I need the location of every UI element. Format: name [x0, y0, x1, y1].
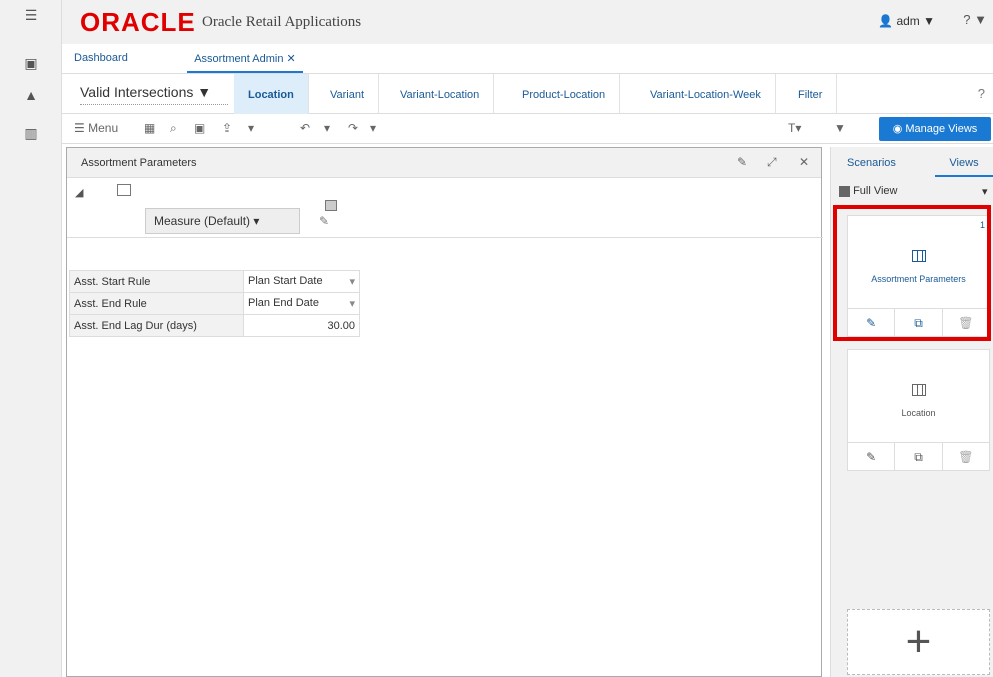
left-rail: ☰ ▣ ▲ ▥ [0, 0, 62, 677]
edit-icon[interactable]: ✎ [848, 443, 896, 470]
bar-chart-icon[interactable]: ▥ [22, 124, 40, 142]
assortment-parameters-panel: Assortment Parameters ✎ ⤢ ✕ ◢ Measure (D… [66, 147, 823, 677]
column-tile-icon[interactable] [325, 200, 337, 211]
close-icon[interactable]: ✕ [287, 53, 296, 65]
table-row: Asst. Start Rule Plan Start Date ▾ [69, 270, 360, 293]
search-icon[interactable]: ⌕ [170, 121, 177, 136]
close-icon[interactable]: ✕ [799, 155, 809, 169]
plus-icon: + [905, 617, 932, 666]
cell-value[interactable]: 30.00 [243, 314, 360, 337]
edit-icon[interactable]: ✎ [737, 155, 747, 169]
intersection-bar: Valid Intersections ▼ Location Variant V… [62, 74, 993, 114]
chevron-down-icon: ▾ [253, 214, 260, 228]
app-header: ORACLE Oracle Retail Applications 👤 adm … [62, 0, 993, 44]
manage-views-label: Manage Views [905, 123, 978, 135]
export-icon[interactable]: ⇪ [222, 121, 232, 135]
measure-dropdown[interactable]: Measure (Default) ▾ [145, 208, 300, 234]
chevron-down-icon[interactable]: ▾ [349, 275, 355, 288]
redo-icon[interactable]: ↷ [348, 121, 358, 135]
panel-title: Assortment Parameters [81, 157, 197, 169]
help-icon[interactable]: ? ▼ [963, 12, 987, 27]
selection-highlight [833, 205, 991, 341]
card-label: Location [901, 408, 936, 418]
tab-scenarios[interactable]: Scenarios [847, 157, 896, 169]
help-icon[interactable]: ? [978, 86, 985, 101]
filter-icon[interactable]: ▼ [834, 121, 846, 135]
valid-intersections-dropdown[interactable]: Valid Intersections ▼ [80, 84, 211, 100]
intersection-variant-location[interactable]: Variant-Location [386, 74, 495, 114]
view-card-location[interactable]: Location ✎ ⧉ 🗑 [847, 349, 990, 471]
calendar-icon[interactable]: ▣ [22, 54, 40, 72]
panel-header: Assortment Parameters ✎ ⤢ ✕ [67, 148, 821, 178]
edit-icon[interactable]: ✎ [319, 214, 329, 228]
expand-icon[interactable]: ⤢ [767, 155, 777, 170]
menu-icon[interactable]: ☰ [22, 6, 40, 24]
chevron-down-icon[interactable]: ▾ [248, 121, 254, 135]
intersection-variant[interactable]: Variant [316, 74, 380, 114]
row-label: Asst. End Rule [69, 292, 244, 315]
card-actions: ✎ ⧉ 🗑 [848, 442, 989, 470]
toolbar: ☰ Menu ▦ ⌕ ▣ ⇪ ▾ ↶ ▾ ↷ ▾ T▾ ▼ ◉ Manage V… [62, 114, 993, 144]
user-label: adm ▼ [896, 14, 935, 28]
chevron-down-icon[interactable]: ▾ [370, 121, 376, 135]
cell-text: Plan End Date [248, 297, 319, 309]
cell-value[interactable]: Plan Start Date ▾ [243, 270, 360, 293]
grid-icon[interactable]: ▦ [144, 121, 155, 135]
tab-dashboard[interactable]: Dashboard [74, 52, 128, 64]
intersection-filter[interactable]: Filter [784, 74, 838, 114]
row-tile-icon[interactable] [117, 184, 131, 196]
measure-label: Measure (Default) [154, 214, 251, 228]
bell-icon[interactable]: ▲ [22, 86, 40, 104]
menu-label: Menu [88, 121, 119, 135]
row-label: Asst. End Lag Dur (days) [69, 314, 244, 337]
app-title: Oracle Retail Applications [202, 14, 362, 30]
corner-icon: ◢ [75, 187, 84, 199]
chevron-down-icon[interactable]: ▾ [324, 121, 330, 135]
data-grid: Asst. Start Rule Plan Start Date ▾ Asst. … [69, 270, 360, 337]
user-menu[interactable]: 👤 adm ▼ [878, 14, 935, 28]
grid-icon [912, 384, 926, 396]
chevron-down-icon[interactable]: ▾ [349, 297, 355, 310]
tab-bar: Dashboard Assortment Admin ✕ [62, 44, 993, 74]
user-icon: 👤 [878, 14, 894, 28]
full-view-label: Full View [853, 185, 898, 197]
intersection-variant-location-week[interactable]: Variant-Location-Week [636, 74, 776, 114]
table-row: Asst. End Lag Dur (days) 30.00 [69, 314, 360, 337]
tab-views[interactable]: Views [935, 157, 993, 177]
tab-assortment-admin[interactable]: Assortment Admin ✕ [187, 52, 303, 73]
view-swatch [839, 185, 850, 197]
oracle-logo: ORACLE [80, 7, 196, 37]
menu-button[interactable]: ☰ Menu [74, 121, 118, 135]
undo-icon[interactable]: ↶ [300, 121, 310, 135]
cell-value[interactable]: Plan End Date ▾ [243, 292, 360, 315]
table-row: Asst. End Rule Plan End Date ▾ [69, 292, 360, 315]
add-view-button[interactable]: + [847, 609, 990, 675]
full-view-select[interactable]: Full View ▾ [839, 185, 988, 198]
calendar-icon[interactable]: ▣ [194, 121, 205, 135]
tab-label: Assortment Admin [194, 53, 284, 65]
trash-icon[interactable]: 🗑 [943, 443, 989, 470]
text-size-icon[interactable]: T▾ [788, 121, 801, 135]
cell-text: Plan Start Date [248, 275, 323, 287]
manage-views-button[interactable]: ◉ Manage Views [879, 117, 991, 141]
menu-icon: ☰ [74, 121, 85, 135]
dropdown-underline [80, 104, 228, 105]
intersection-product-location[interactable]: Product-Location [508, 74, 621, 114]
eye-icon: ◉ [892, 123, 903, 135]
row-label: Asst. Start Rule [69, 270, 244, 293]
intersection-location[interactable]: Location [234, 74, 309, 114]
copy-add-icon[interactable]: ⧉ [895, 443, 943, 470]
chevron-down-icon: ▾ [982, 186, 988, 198]
